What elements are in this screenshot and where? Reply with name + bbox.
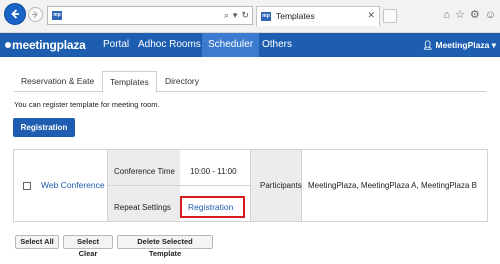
home-icon[interactable]: ⌂ xyxy=(443,8,450,22)
nav-others[interactable]: Others xyxy=(256,33,298,57)
repeat-registration-link[interactable]: Registration xyxy=(188,202,233,212)
app-navbar: meetingplaza Portal Adhoc Rooms Schedule… xyxy=(0,33,500,57)
chevron-down-icon: ▾ xyxy=(491,40,496,50)
logo-text: meetingplaza xyxy=(12,38,86,52)
tab-favicon: mp xyxy=(261,12,271,21)
select-all-button[interactable]: Select All xyxy=(15,235,59,249)
new-tab-button[interactable] xyxy=(383,9,397,23)
user-name: MeetingPlaza xyxy=(435,40,490,50)
nav-portal[interactable]: Portal xyxy=(97,33,135,57)
search-icon[interactable]: ⌕ xyxy=(224,9,229,22)
row-divider xyxy=(107,185,250,186)
user-menu[interactable]: 👤︎ MeetingPlaza ▾ xyxy=(422,33,496,57)
participants-value: MeetingPlaza, MeetingPlaza A, MeetingPla… xyxy=(308,181,477,190)
user-icon: 👤︎ xyxy=(422,40,434,50)
participants-label: Participants xyxy=(260,181,302,190)
template-table: Web Conference Conference Time Repeat Se… xyxy=(13,149,488,222)
page-tabs: Reservation & Eate Templates Directory xyxy=(14,71,486,93)
template-name-link[interactable]: Web Conference xyxy=(41,180,105,190)
tab-title: Templates xyxy=(276,11,315,21)
row-checkbox[interactable] xyxy=(23,182,31,190)
delete-template-button[interactable]: Delete Selected Template xyxy=(117,235,213,258)
conference-time-label: Conference Time xyxy=(114,167,175,176)
browser-tab[interactable]: mp Templates ✕ xyxy=(256,6,380,26)
star-icon[interactable]: ☆ xyxy=(455,8,465,22)
repeat-settings-label: Repeat Settings xyxy=(114,203,171,212)
browser-toolbar: mp ⌕ ▾ ↻ mp Templates ✕ ⌂ ☆ ⚙ ☺ xyxy=(0,0,500,33)
repeat-registration-highlight: Registration xyxy=(180,196,245,218)
back-icon xyxy=(11,9,19,19)
tab-templates[interactable]: Templates xyxy=(102,71,157,93)
nav-scheduler[interactable]: Scheduler xyxy=(202,33,260,57)
site-favicon: mp xyxy=(52,11,62,20)
nav-adhoc-rooms[interactable]: Adhoc Rooms xyxy=(132,33,207,57)
registration-button[interactable]: Registration xyxy=(13,118,75,137)
gear-icon[interactable]: ⚙ xyxy=(470,8,480,22)
participants-label-cell: Participants xyxy=(250,150,302,221)
meetingplaza-logo[interactable]: meetingplaza xyxy=(5,38,86,52)
conference-time-value: 10:00 - 11:00 xyxy=(190,167,237,176)
back-button[interactable] xyxy=(4,3,26,25)
select-clear-button[interactable]: Select Clear xyxy=(63,235,113,258)
dropdown-icon[interactable]: ▾ xyxy=(233,9,238,22)
close-icon[interactable]: ✕ xyxy=(367,10,375,21)
forward-button[interactable] xyxy=(28,7,43,22)
address-bar[interactable]: mp ⌕ ▾ ↻ xyxy=(47,6,253,25)
forward-icon xyxy=(32,11,38,18)
smiley-icon[interactable]: ☺ xyxy=(485,8,496,22)
tab-reservation[interactable]: Reservation & Eate xyxy=(14,71,101,92)
info-text: You can register template for meeting ro… xyxy=(14,100,160,109)
tab-directory[interactable]: Directory xyxy=(158,71,206,92)
refresh-icon[interactable]: ↻ xyxy=(241,9,249,22)
